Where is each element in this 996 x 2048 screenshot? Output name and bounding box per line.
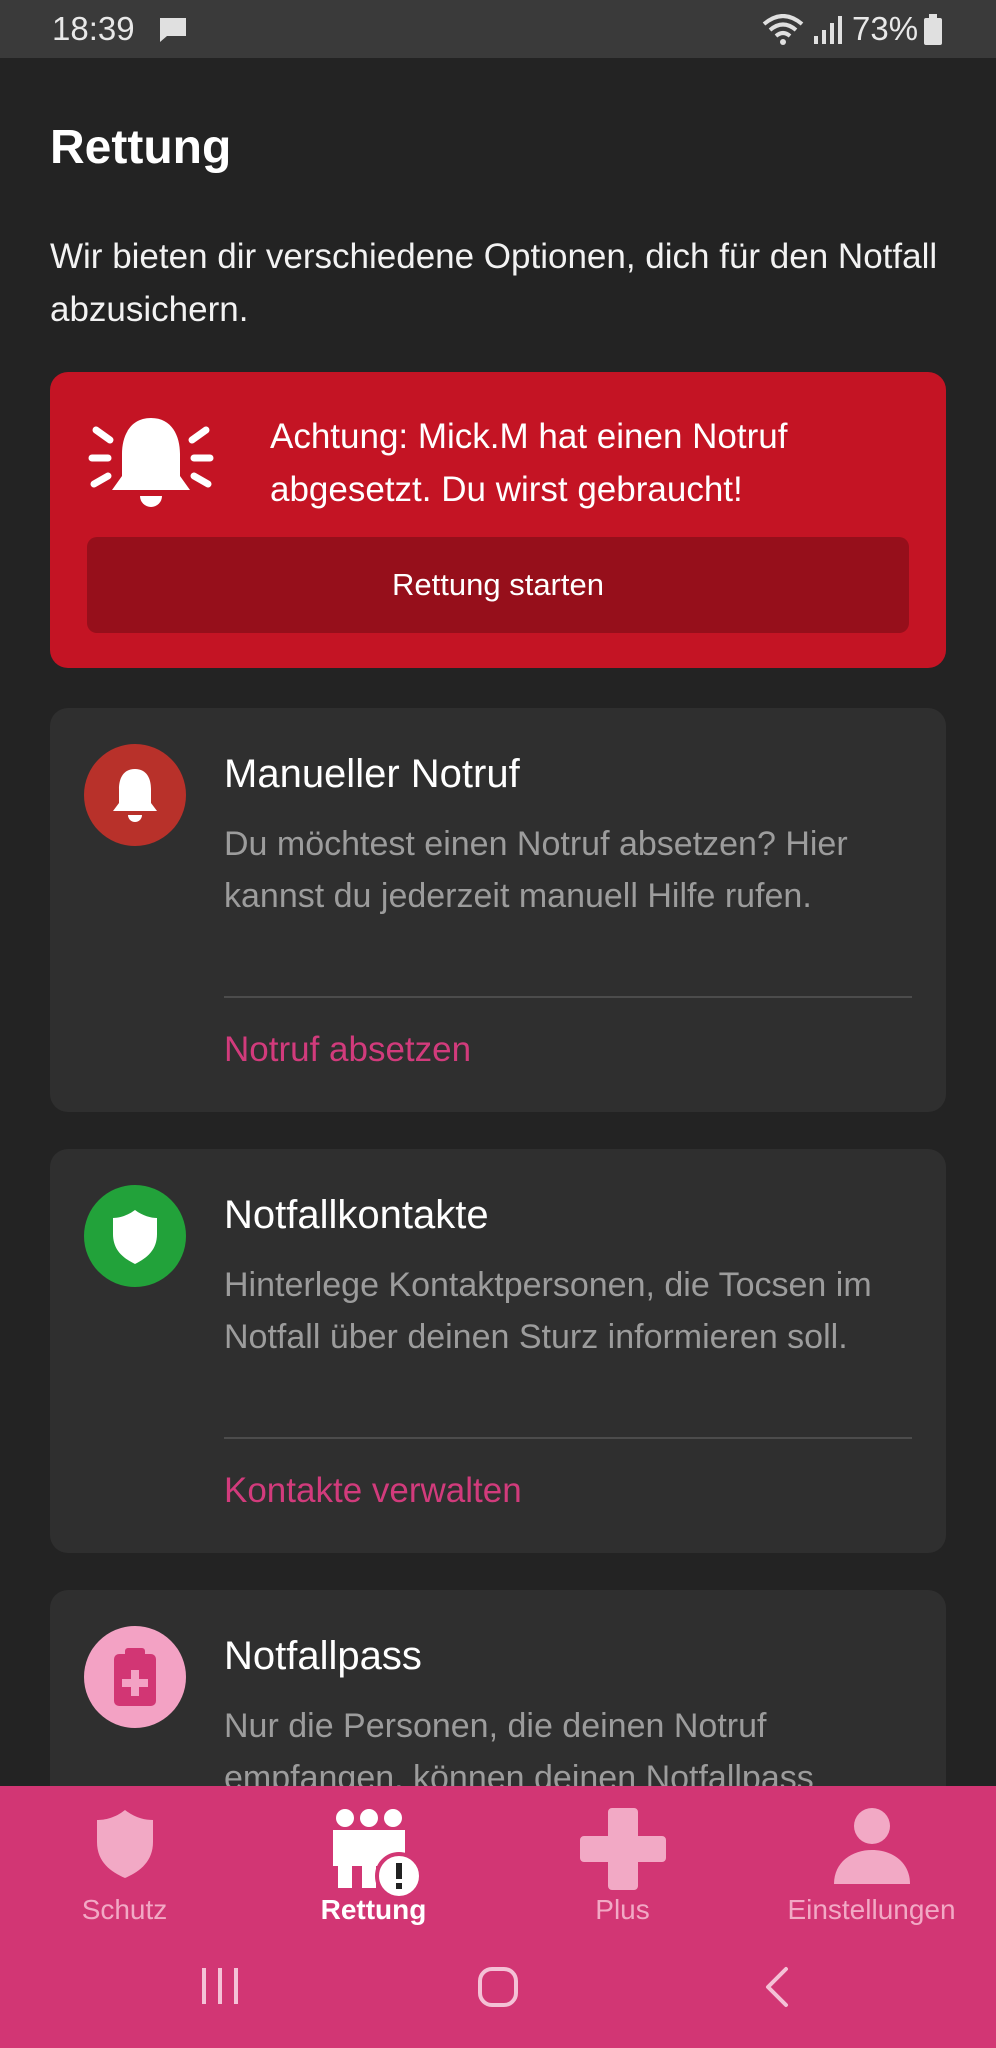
manage-contacts-link[interactable]: Kontakte verwalten [224, 1471, 522, 1511]
recents-button[interactable] [200, 1966, 240, 2011]
nav-item-einstellungen[interactable]: Einstellungen [747, 1786, 996, 1946]
system-navigation-bar [0, 1946, 996, 2048]
wifi-icon [762, 14, 804, 51]
card-description: Du möchtest einen Notruf absetzen? Hier … [224, 825, 848, 915]
battery-icon [923, 14, 943, 51]
divider [224, 996, 912, 998]
battery-percent: 73% [852, 10, 919, 47]
status-bar: 18:39 73% [0, 0, 996, 58]
card-emergency-contacts: Notfallkontakte Hinterlege Kontaktperson… [50, 1149, 946, 1553]
card-title: Notfallkontakte [224, 1193, 489, 1237]
bottom-navigation: Schutz Rettung Plus Einstellungen [0, 1786, 996, 2048]
nav-item-plus[interactable]: Plus [498, 1786, 747, 1946]
nav-item-rettung[interactable]: Rettung [249, 1786, 498, 1946]
intro-text: Wir bieten dir verschiedene Optionen, di… [50, 237, 938, 329]
page-title: Rettung [50, 121, 232, 174]
plus-icon [498, 1806, 747, 1892]
nav-label: Plus [595, 1894, 650, 1925]
card-description: Hinterlege Kontaktpersonen, die Tocsen i… [224, 1266, 872, 1356]
medical-clipboard-icon [84, 1626, 186, 1728]
home-button[interactable] [477, 1966, 519, 2013]
emergency-alert-card: Achtung: Mick.M hat einen Notruf abgeset… [50, 372, 946, 668]
bell-icon [84, 744, 186, 846]
nav-label: Schutz [81, 1894, 168, 1925]
status-time: 18:39 [52, 10, 135, 47]
start-rescue-button[interactable]: Rettung starten [87, 537, 909, 633]
person-icon [747, 1806, 996, 1886]
shield-icon [84, 1185, 186, 1287]
nav-label: Rettung [320, 1894, 427, 1925]
alarm-bell-icon [86, 410, 216, 525]
back-button[interactable] [762, 1966, 792, 2013]
alert-message: Achtung: Mick.M hat einen Notruf abgeset… [270, 417, 788, 509]
shield-icon [0, 1806, 249, 1882]
message-icon [158, 16, 188, 49]
card-title: Manueller Notruf [224, 752, 520, 796]
people-alert-icon [249, 1806, 498, 1902]
signal-icon [812, 14, 844, 51]
card-title: Notfallpass [224, 1634, 422, 1678]
card-manual-emergency: Manueller Notruf Du möchtest einen Notru… [50, 708, 946, 1112]
nav-item-schutz[interactable]: Schutz [0, 1786, 249, 1946]
send-emergency-link[interactable]: Notruf absetzen [224, 1030, 471, 1070]
divider [224, 1437, 912, 1439]
nav-label: Einstellungen [787, 1894, 956, 1925]
